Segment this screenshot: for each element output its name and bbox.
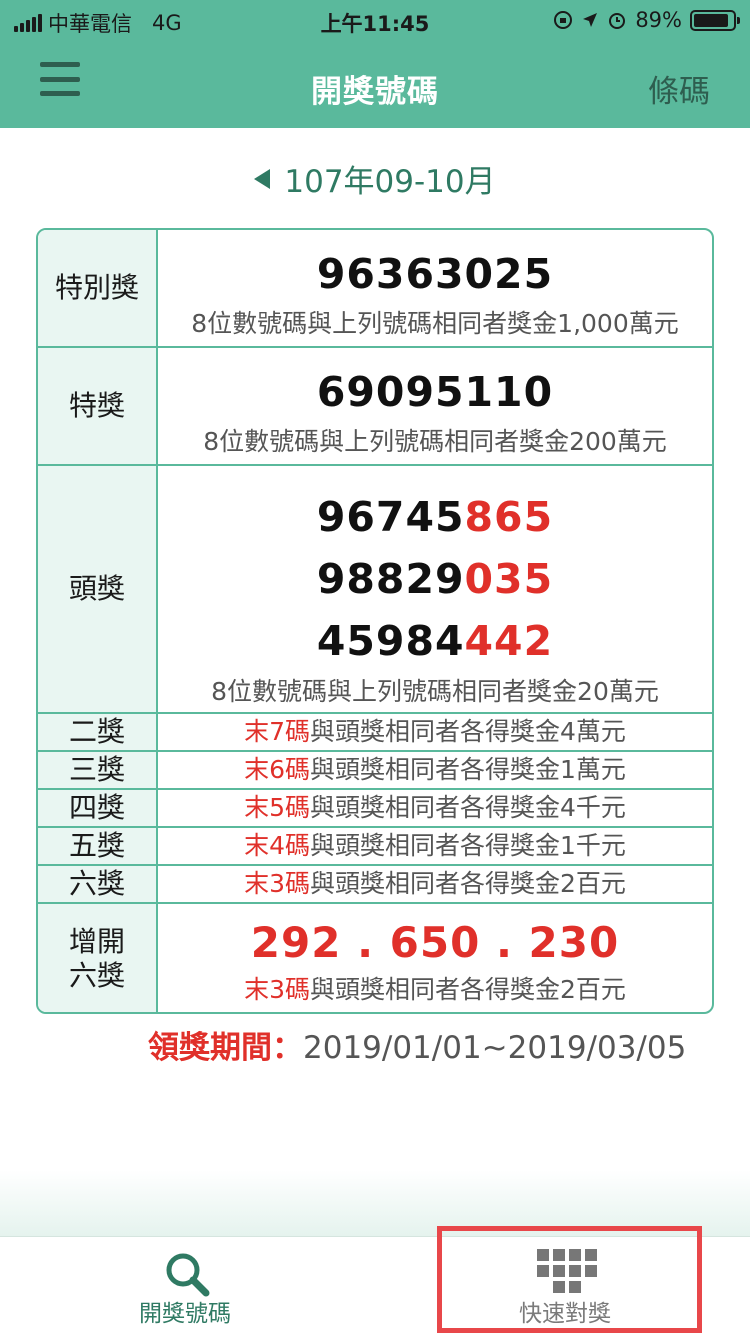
- claim-period-label: 領獎期間：: [148, 1030, 303, 1066]
- prize-label: 五獎: [38, 828, 158, 864]
- prize-label: 四獎: [38, 790, 158, 826]
- prize-number: 96363025: [316, 250, 554, 298]
- prize-description: 末3碼與頭獎相同者各得獎金2百元: [244, 869, 626, 898]
- prize-row-second: 二獎 末7碼與頭獎相同者各得獎金4萬元: [38, 714, 712, 752]
- tab-label: 開獎號碼: [139, 1301, 231, 1327]
- status-bar: 中華電信 4G 上午11:45 89%: [0, 0, 750, 40]
- prize-description: 末5碼與頭獎相同者各得獎金4千元: [244, 793, 626, 822]
- prize-number: 69095110: [316, 368, 554, 416]
- barcode-button[interactable]: 條碼: [648, 66, 710, 111]
- prize-description: 末7碼與頭獎相同者各得獎金4萬元: [244, 717, 626, 746]
- prize-label: 三獎: [38, 752, 158, 788]
- prize-description: 8位數號碼與上列號碼相同者獎金200萬元: [203, 427, 667, 456]
- prize-row-third: 三獎 末6碼與頭獎相同者各得獎金1萬元: [38, 752, 712, 790]
- prize-description: 末3碼與頭獎相同者各得獎金2百元: [244, 975, 626, 1004]
- page-title: 開獎號碼: [311, 74, 439, 110]
- prize-row-first: 頭獎 96745865 98829035 45984442 8位數號碼與上列號碼…: [38, 466, 712, 714]
- prize-label: 特獎: [38, 348, 158, 464]
- prize-row-fifth: 五獎 末4碼與頭獎相同者各得獎金1千元: [38, 828, 712, 866]
- prize-description: 末4碼與頭獎相同者各得獎金1千元: [244, 831, 626, 860]
- rotation-lock-icon: [554, 11, 573, 29]
- highlight-box: [437, 1226, 702, 1333]
- prize-label: 增開 六獎: [38, 904, 158, 1012]
- period-label: 107年09-10月: [284, 164, 496, 200]
- prize-number: 98829035: [316, 555, 554, 603]
- prize-description: 8位數號碼與上列號碼相同者獎金1,000萬元: [191, 309, 679, 338]
- location-icon: [583, 13, 598, 27]
- prize-number: 45984442: [316, 617, 554, 665]
- claim-period-range: 2019/01/01~2019/03/05: [303, 1030, 687, 1066]
- tab-draw-numbers[interactable]: 開獎號碼: [60, 1237, 310, 1336]
- prize-row-special: 特別獎 96363025 8位數號碼與上列號碼相同者獎金1,000萬元: [38, 230, 712, 348]
- battery-icon: [690, 9, 740, 31]
- prize-label: 二獎: [38, 714, 158, 750]
- prize-row-sixth: 六獎 末3碼與頭獎相同者各得獎金2百元: [38, 866, 712, 904]
- alarm-icon: [609, 13, 626, 29]
- prize-row-fourth: 四獎 末5碼與頭獎相同者各得獎金4千元: [38, 790, 712, 828]
- battery-percent: 89%: [635, 8, 682, 32]
- prize-number: 292 . 650 . 230: [250, 918, 620, 967]
- prize-row-grand: 特獎 69095110 8位數號碼與上列號碼相同者獎金200萬元: [38, 348, 712, 466]
- nav-bar: 開獎號碼 條碼: [0, 40, 750, 128]
- search-icon: [166, 1253, 210, 1297]
- prize-label: 特別獎: [38, 230, 158, 346]
- prize-row-extra-sixth: 增開 六獎 292 . 650 . 230 末3碼與頭獎相同者各得獎金2百元: [38, 904, 712, 1012]
- prize-table: 特別獎 96363025 8位數號碼與上列號碼相同者獎金1,000萬元 特獎 6…: [36, 228, 714, 1014]
- prize-label: 六獎: [38, 866, 158, 902]
- prize-label: 頭獎: [38, 466, 158, 712]
- prize-description: 8位數號碼與上列號碼相同者獎金20萬元: [211, 677, 659, 706]
- claim-period: 領獎期間：2019/01/01~2019/03/05: [148, 1022, 686, 1067]
- period-selector[interactable]: 107年09-10月: [0, 156, 750, 201]
- previous-period-icon[interactable]: [254, 168, 271, 189]
- prize-description: 末6碼與頭獎相同者各得獎金1萬元: [244, 755, 626, 784]
- prize-number: 96745865: [316, 493, 554, 541]
